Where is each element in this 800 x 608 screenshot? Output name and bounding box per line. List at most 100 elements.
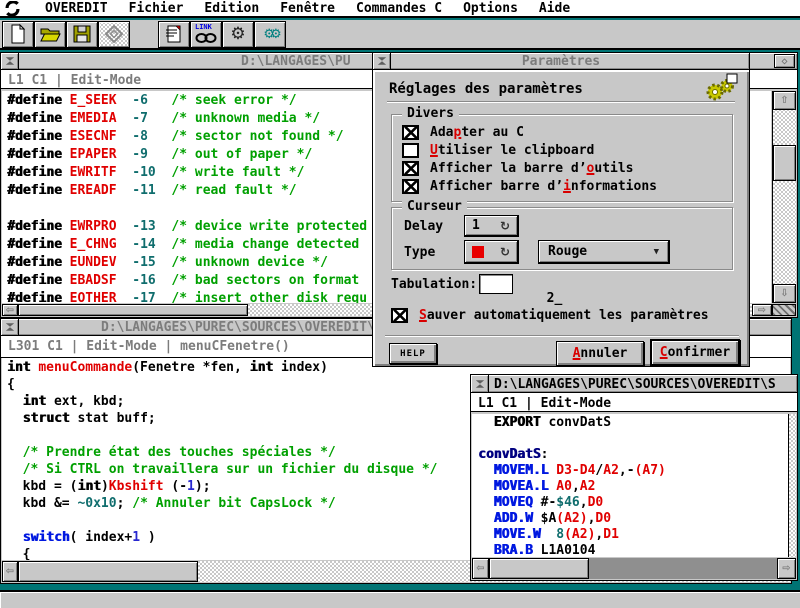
menu-fichier[interactable]: Fichier xyxy=(129,1,184,16)
checkbox-label: Utiliser le clipboard xyxy=(430,143,594,158)
close-icon[interactable] xyxy=(1,53,19,69)
window1-vertical-scrollbar[interactable]: ⇧ ⇩ xyxy=(772,91,796,303)
text-cursor: _ xyxy=(554,291,562,306)
double-gear-icon: ⚙⚙ xyxy=(263,28,276,41)
dropdown-value: Rouge xyxy=(548,244,587,259)
horizontal-scroll-thumb[interactable] xyxy=(18,561,198,582)
help-button-label: HELP xyxy=(400,349,426,359)
window3-infobar: L1 C1 | Edit-Mode xyxy=(471,393,797,412)
open-file-button[interactable] xyxy=(34,21,66,48)
horizontal-scroll-thumb[interactable] xyxy=(18,304,248,316)
checkbox[interactable] xyxy=(402,179,419,194)
open-folder-icon xyxy=(39,23,61,45)
scroll-track[interactable] xyxy=(589,558,777,579)
code-line: MOVE.W 8(A2),D1 xyxy=(478,527,788,543)
code-line: MOVEA.L A0,A2 xyxy=(478,479,788,495)
type-label: Type xyxy=(404,245,435,260)
heading-rule xyxy=(387,101,735,103)
scroll-left-icon[interactable]: ⇦ xyxy=(2,561,18,582)
menu-options[interactable]: Options xyxy=(463,1,518,16)
delay-label: Delay xyxy=(404,219,443,234)
resize-handle[interactable] xyxy=(772,304,796,316)
window3-horizontal-scrollbar[interactable]: ⇦ ⇨ xyxy=(472,558,796,579)
vertical-scroll-thumb[interactable] xyxy=(773,145,796,181)
dialog-titlebar[interactable]: Paramètres xyxy=(373,53,749,70)
scroll-up-icon[interactable]: ⇧ xyxy=(773,91,796,110)
settings-button[interactable]: ⚙ xyxy=(222,21,254,48)
menu-fen-tre[interactable]: Fenêtre xyxy=(280,1,335,16)
toolbar: LINK ⚙ ⚙⚙ xyxy=(0,20,800,50)
fuller-icon[interactable]: ◇ xyxy=(774,54,795,68)
checkbox-label: Adapter au C xyxy=(430,125,524,140)
save-file-button[interactable] xyxy=(66,21,98,48)
group-curseur-label: Curseur xyxy=(402,199,467,214)
menu-edition[interactable]: Edition xyxy=(204,1,259,16)
save-params-checkbox[interactable] xyxy=(391,308,408,323)
save-floppy-icon xyxy=(71,23,93,45)
code-line: BRA.B L1A0104 xyxy=(478,543,788,557)
scroll-down-icon[interactable]: ⇩ xyxy=(773,284,796,303)
checkbox[interactable] xyxy=(402,143,419,158)
window-assembler: D:\LANGAGES\PUREC\SOURCES\OVEREDIT\S L1 … xyxy=(470,374,798,581)
delay-spinner[interactable]: 1 ↻ xyxy=(464,215,519,237)
app-logo-icon xyxy=(5,1,20,16)
checkbox-row[interactable]: Afficher la barre d’outils xyxy=(392,159,732,177)
scroll-left-icon[interactable]: ⇦ xyxy=(472,558,489,579)
cancel-button-label: Annuler xyxy=(573,346,628,361)
scroll-right-icon[interactable]: ⇨ xyxy=(752,304,772,316)
window3-titlebar[interactable]: D:\LANGAGES\PUREC\SOURCES\OVEREDIT\S xyxy=(471,375,797,393)
gears-settings-icon xyxy=(703,73,739,107)
link-label: LINK xyxy=(195,23,212,31)
cursor-type-spinner[interactable]: ↻ xyxy=(464,240,519,264)
chain-link-icon xyxy=(195,30,217,46)
checkbox-row[interactable]: Utiliser le clipboard xyxy=(392,141,732,159)
cursor-color-swatch xyxy=(472,246,484,258)
menu-aide[interactable]: Aide xyxy=(539,1,570,16)
checkbox[interactable] xyxy=(402,161,419,176)
diamond-tool-button[interactable] xyxy=(98,21,130,48)
group-divers-label: Divers xyxy=(402,106,459,121)
cancel-button[interactable]: Annuler xyxy=(556,341,644,366)
window1-title: D:\LANGAGES\PU xyxy=(241,54,351,69)
dialog-divider xyxy=(385,335,739,337)
confirm-button-label: Confirmer xyxy=(660,345,730,360)
build-options-button[interactable]: ⚙⚙ xyxy=(254,21,286,48)
window3-title: D:\LANGAGES\PUREC\SOURCES\OVEREDIT\S xyxy=(494,377,776,392)
save-params-row[interactable]: Sauver automatiquement les paramètres xyxy=(381,306,709,324)
help-button[interactable]: HELP xyxy=(389,343,437,364)
gear-icon: ⚙ xyxy=(230,26,245,43)
dialog-title: Paramètres xyxy=(373,54,749,69)
desktop: OVEREDIT Fichier Edition Fenêtre Commandes C… xyxy=(0,0,800,608)
cycle-icon: ↻ xyxy=(500,219,510,233)
code-line: MOVEM.L D3-D4/A2,-(A7) xyxy=(478,463,788,479)
dialog-body: Réglages des paramètres Divers Adapter a… xyxy=(373,70,749,366)
tabulation-input[interactable]: 2_ xyxy=(479,274,513,294)
close-icon[interactable] xyxy=(1,319,19,335)
window2-title: D:\LANGAGES\PUREC\SOURCES\OVEREDIT\ xyxy=(101,320,375,335)
checkbox-row[interactable]: Adapter au C xyxy=(392,123,732,141)
cursor-color-dropdown[interactable]: Rouge ▼ xyxy=(538,240,670,264)
horizontal-scroll-thumb[interactable] xyxy=(489,558,589,579)
confirm-button[interactable]: Confirmer xyxy=(650,339,740,366)
code-line: convDatS: xyxy=(478,447,788,463)
document-lines-icon xyxy=(163,23,185,45)
new-file-button[interactable] xyxy=(2,21,34,48)
parameters-dialog: Paramètres Réglages des paramètres Diver… xyxy=(372,52,750,367)
scroll-right-icon[interactable]: ⇨ xyxy=(777,558,796,579)
window3-editor[interactable]: EXPORT convDatS convDatS: MOVEM.L D3-D4/… xyxy=(472,414,788,557)
compile-button[interactable] xyxy=(158,21,190,48)
new-file-icon xyxy=(7,23,29,45)
code-line xyxy=(478,431,788,447)
link-button[interactable]: LINK xyxy=(190,21,222,48)
menu-commandes-c[interactable]: Commandes C xyxy=(356,1,442,16)
menu-overedit[interactable]: OVEREDIT xyxy=(45,1,108,16)
save-params-label: Sauver automatiquement les paramètres xyxy=(419,308,709,323)
scroll-left-icon[interactable]: ⇦ xyxy=(2,304,18,316)
close-glyph-icon xyxy=(5,56,15,66)
chevron-down-icon: ▼ xyxy=(654,247,659,257)
checkbox-row[interactable]: Afficher barre d’informations xyxy=(392,177,732,195)
window3-vertical-scrollbar[interactable] xyxy=(788,414,796,557)
code-line: ADD.W $A(A2),D0 xyxy=(478,511,788,527)
close-icon[interactable] xyxy=(471,375,489,392)
checkbox[interactable] xyxy=(402,125,419,140)
